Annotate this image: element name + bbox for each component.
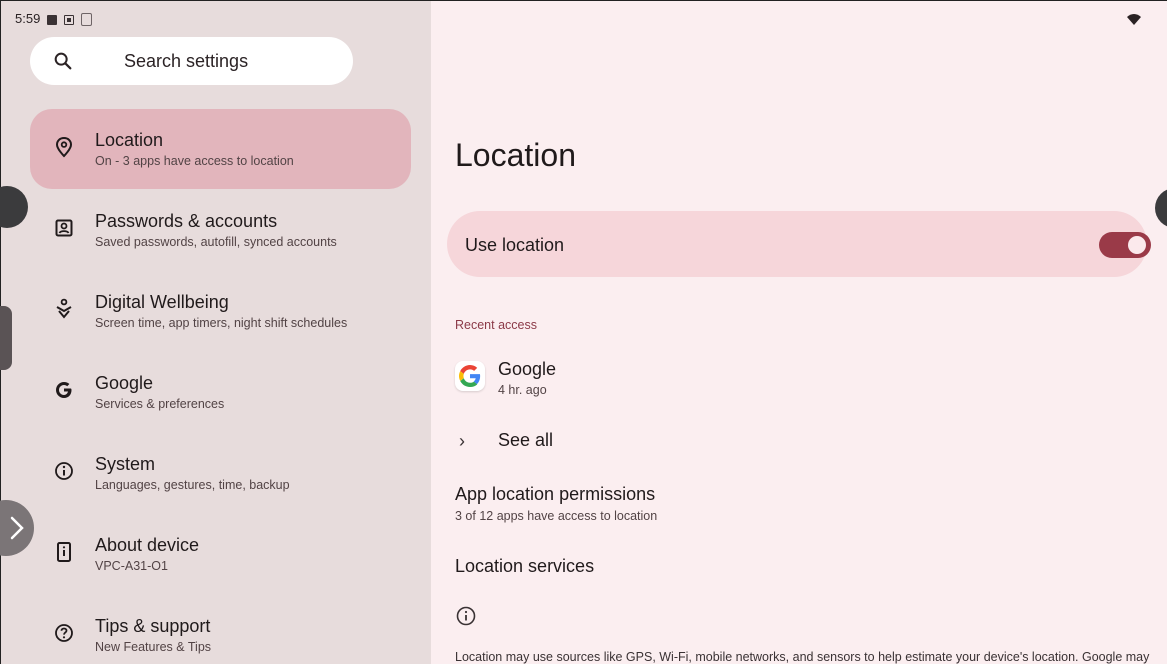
expand-sidebar-button[interactable]	[0, 500, 34, 556]
device-info-icon	[52, 540, 76, 564]
google-app-icon	[455, 361, 485, 391]
sidebar-item-subtitle: Screen time, app timers, night shift sch…	[95, 316, 348, 330]
status-icons	[47, 13, 92, 26]
location-services[interactable]: Location services	[455, 556, 594, 577]
search-icon	[54, 52, 72, 70]
recent-access-header: Recent access	[455, 318, 537, 332]
sidebar-item-title: System	[95, 454, 156, 474]
sidebar-item-title: Passwords & accounts	[95, 211, 278, 231]
account-box-icon	[52, 216, 76, 240]
sidebar-item-title: About device	[95, 535, 200, 555]
sidebar-item-google[interactable]: Google Services & preferences	[30, 352, 411, 432]
page-title: Location	[455, 137, 576, 173]
sidebar-item-title: Google	[95, 373, 154, 393]
permissions-title: App location permissions	[455, 484, 656, 504]
sidebar-item-location[interactable]: Location On - 3 apps have access to loca…	[30, 109, 411, 189]
sidebar-item-system[interactable]: System Languages, gestures, time, backup	[30, 433, 411, 513]
edge-panel-handle[interactable]	[0, 306, 12, 370]
recent-app-name: Google	[498, 359, 557, 379]
google-g-icon	[52, 378, 76, 402]
notification-icon	[64, 14, 74, 25]
recent-app-google[interactable]: Google 4 hr. ago	[455, 358, 955, 404]
chevron-right-icon	[10, 516, 24, 540]
wellbeing-icon	[52, 297, 76, 321]
app-location-permissions[interactable]: App location permissions 3 of 12 apps ha…	[455, 484, 657, 523]
see-all-label: See all	[498, 430, 554, 450]
info-circle-icon	[52, 459, 76, 483]
status-time: 5:59	[15, 11, 41, 26]
search-placeholder: Search settings	[124, 50, 249, 71]
sidebar-item-subtitle: On - 3 apps have access to location	[95, 154, 294, 168]
use-location-card[interactable]: Use location	[447, 211, 1151, 277]
toggle-knob	[1128, 236, 1146, 254]
sidebar-item-subtitle: Languages, gestures, time, backup	[95, 478, 290, 492]
sidebar-item-about-device[interactable]: About device VPC-A31-O1	[30, 514, 411, 594]
search-bar[interactable]: Search settings	[30, 37, 353, 85]
recent-app-time: 4 hr. ago	[498, 383, 547, 397]
chevron-right-icon: ›	[459, 431, 465, 451]
sidebar-item-subtitle: New Features & Tips	[95, 640, 212, 654]
sidebar-item-title: Digital Wellbeing	[95, 292, 229, 312]
sidebar-item-subtitle: Services & preferences	[95, 397, 225, 411]
sidebar-item-passwords-accounts[interactable]: Passwords & accounts Saved passwords, au…	[30, 190, 411, 270]
sidebar-item-digital-wellbeing[interactable]: Digital Wellbeing Screen time, app timer…	[30, 271, 411, 351]
sim-icon	[81, 13, 92, 26]
settings-sidebar: 5:59 Search settings Location On - 3 app…	[1, 1, 431, 664]
sidebar-item-title: Tips & support	[95, 616, 211, 636]
sidebar-item-subtitle: VPC-A31-O1	[95, 559, 168, 573]
notification-icon	[47, 14, 57, 25]
permissions-subtitle: 3 of 12 apps have access to location	[455, 509, 658, 523]
location-footer-text: Location may use sources like GPS, Wi-Fi…	[455, 650, 1150, 664]
sidebar-item-subtitle: Saved passwords, autofill, synced accoun…	[95, 235, 337, 249]
help-circle-icon	[52, 621, 76, 645]
use-location-label: Use location	[465, 235, 565, 255]
info-icon	[456, 606, 476, 626]
location-detail-pane: Location Use location Recent access Goog…	[431, 1, 1167, 664]
sidebar-item-tips-support[interactable]: Tips & support New Features & Tips	[30, 595, 411, 664]
location-pin-icon	[52, 135, 76, 159]
wifi-icon	[1127, 14, 1141, 25]
sidebar-item-title: Location	[95, 130, 164, 150]
use-location-toggle[interactable]	[1099, 232, 1151, 258]
